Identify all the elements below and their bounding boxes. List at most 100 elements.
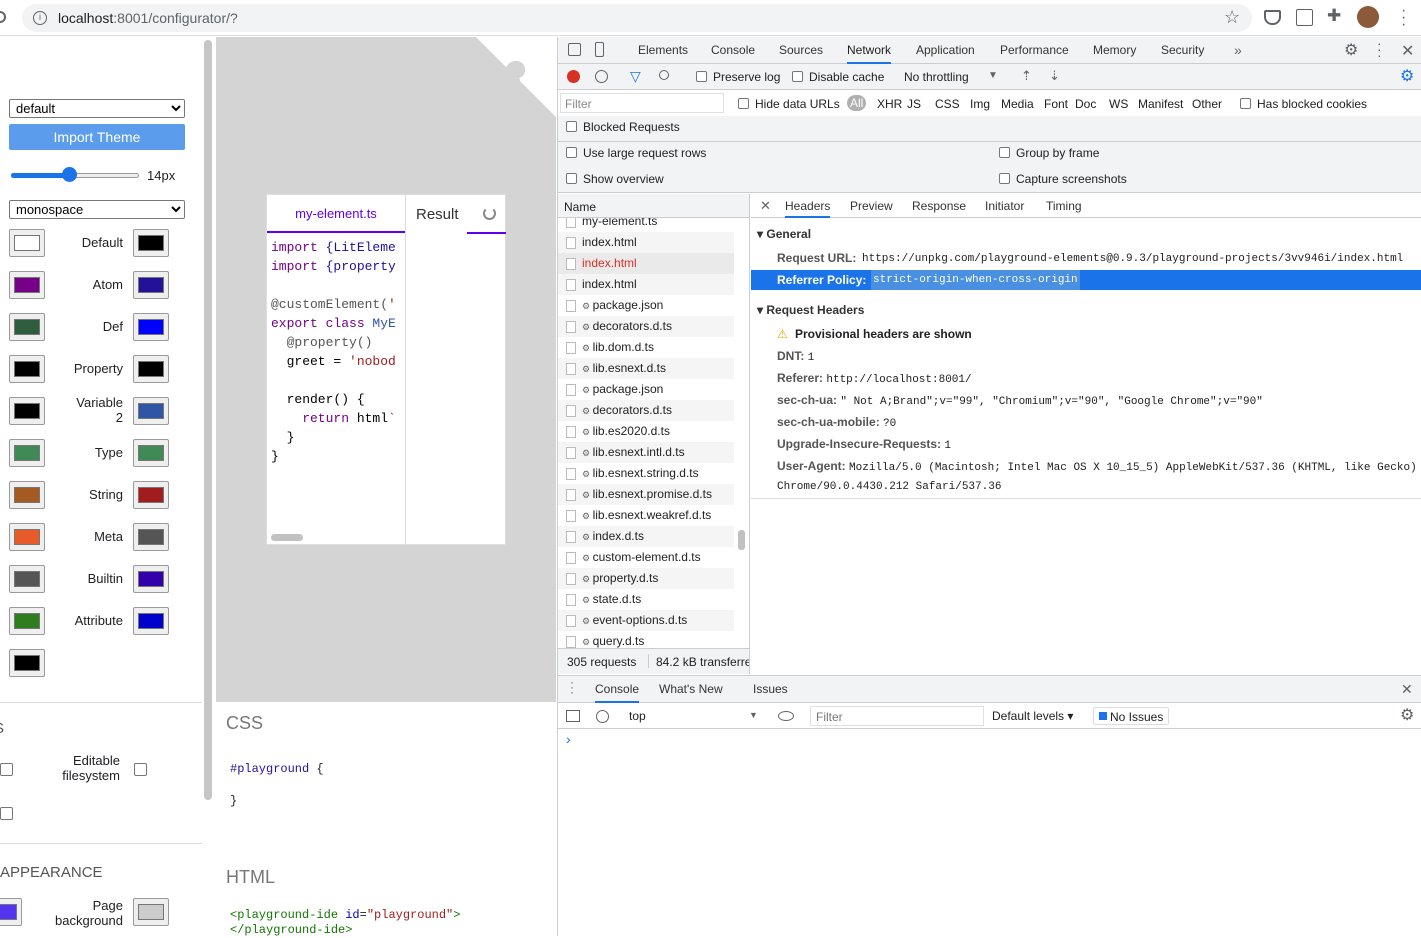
checkbox-left[interactable] xyxy=(0,763,13,776)
close-details-icon[interactable]: ✕ xyxy=(760,198,771,214)
large-rows-checkbox[interactable] xyxy=(566,147,577,158)
color-swatch-right[interactable] xyxy=(133,565,169,593)
code-editor[interactable]: import {LitEleme import {property @customE… xyxy=(271,238,405,528)
drawer-tab-what-s-new[interactable]: What's New xyxy=(659,676,723,703)
tab-security[interactable]: Security xyxy=(1161,37,1204,63)
request-headers-heading[interactable]: ▾ Request Headers xyxy=(757,303,864,317)
page-bg-left-swatch[interactable] xyxy=(0,898,22,926)
tab-memory[interactable]: Memory xyxy=(1093,37,1136,63)
sidebar-toggle-icon[interactable] xyxy=(566,710,580,722)
request-row[interactable]: ⚙ lib.esnext.weakref.d.ts xyxy=(558,505,734,526)
request-row[interactable]: ⚙ lib.esnext.intl.d.ts xyxy=(558,442,734,463)
tab-network[interactable]: Network xyxy=(847,37,892,64)
extensions-icon[interactable]: ✚ xyxy=(1327,6,1341,26)
console-settings-icon[interactable]: ⚙ xyxy=(1400,705,1414,725)
detail-tab-initiator[interactable]: Initiator xyxy=(985,194,1024,218)
tab-application[interactable]: Application xyxy=(916,37,975,63)
request-row[interactable]: ⚙ lib.es2020.d.ts xyxy=(558,421,734,442)
type-filter-other[interactable]: Other xyxy=(1192,97,1222,111)
color-swatch-right[interactable] xyxy=(133,397,169,425)
chevron-down-icon[interactable]: ▼ xyxy=(988,70,998,81)
request-row[interactable]: ⚙ custom-element.d.ts xyxy=(558,547,734,568)
console-prompt[interactable]: › xyxy=(566,731,571,747)
bookmark-star-icon[interactable]: ☆ xyxy=(1224,7,1240,28)
checkbox-left-2[interactable] xyxy=(0,807,13,820)
network-settings-icon[interactable]: ⚙ xyxy=(1400,66,1414,86)
close-drawer-icon[interactable]: ✕ xyxy=(1401,681,1413,698)
general-heading[interactable]: ▾ General xyxy=(757,227,811,241)
device-toolbar-icon[interactable] xyxy=(595,42,604,57)
pocket-icon[interactable] xyxy=(1264,10,1281,25)
close-devtools-icon[interactable]: ✕ xyxy=(1401,41,1414,61)
request-row[interactable]: index.html xyxy=(558,232,734,253)
menu-icon[interactable]: · · · xyxy=(1401,3,1406,33)
detail-tab-headers[interactable]: Headers xyxy=(785,194,831,218)
request-row[interactable]: ⚙ package.json xyxy=(558,295,734,316)
preserve-log-checkbox[interactable] xyxy=(696,71,707,82)
tab-sources[interactable]: Sources xyxy=(779,37,823,63)
detail-tab-preview[interactable]: Preview xyxy=(850,194,893,218)
github-corner[interactable] xyxy=(476,37,556,117)
color-swatch-extra[interactable] xyxy=(9,649,45,677)
theme-select[interactable]: default xyxy=(9,99,185,118)
request-row[interactable]: ⚙ decorators.d.ts xyxy=(558,316,734,337)
request-row[interactable]: ⚙ query.d.ts xyxy=(558,631,734,648)
hide-data-urls-checkbox[interactable] xyxy=(738,98,749,109)
color-swatch-right[interactable] xyxy=(133,229,169,257)
editor-hscrollbar[interactable] xyxy=(271,534,303,541)
css-code[interactable]: #playground {} xyxy=(230,753,324,817)
type-filter-doc[interactable]: Doc xyxy=(1075,97,1096,111)
request-row[interactable]: index.html xyxy=(558,253,734,274)
default-levels-select[interactable]: Default levels ▾ xyxy=(992,709,1073,723)
font-size-slider[interactable] xyxy=(11,167,139,182)
kebab-icon[interactable]: · · · xyxy=(1377,36,1382,62)
tab-performance[interactable]: Performance xyxy=(1000,37,1069,63)
drawer-tab-console[interactable]: Console xyxy=(595,676,640,703)
inspect-icon[interactable] xyxy=(568,43,581,56)
request-row[interactable]: ⚙ index.d.ts xyxy=(558,526,734,547)
color-swatch-right[interactable] xyxy=(133,523,169,551)
request-row[interactable]: ⚙ lib.dom.d.ts xyxy=(558,337,734,358)
request-row[interactable]: ⚙ package.json xyxy=(558,379,734,400)
color-swatch-right[interactable] xyxy=(133,481,169,509)
filter-icon[interactable]: ▽ xyxy=(630,68,641,85)
import-har-icon[interactable]: ⇡ xyxy=(1021,68,1032,84)
request-row[interactable]: ⚙ lib.esnext.d.ts xyxy=(558,358,734,379)
config-scrollbar[interactable] xyxy=(203,40,213,800)
drawer-menu-icon[interactable]: · · · xyxy=(570,676,574,698)
capture-screenshots-checkbox[interactable] xyxy=(999,173,1010,184)
request-row[interactable]: ⚙ decorators.d.ts xyxy=(558,400,734,421)
type-filter-font[interactable]: Font xyxy=(1044,97,1068,111)
no-issues-badge[interactable]: No Issues xyxy=(1093,707,1169,725)
color-swatch-right[interactable] xyxy=(133,439,169,467)
more-tabs-icon[interactable]: » xyxy=(1234,42,1242,58)
detail-tab-response[interactable]: Response xyxy=(912,194,966,218)
context-chevron-icon[interactable]: ▼ xyxy=(749,710,758,720)
detail-tab-timing[interactable]: Timing xyxy=(1046,194,1082,218)
disable-cache-checkbox[interactable] xyxy=(792,71,803,82)
clear-console-icon[interactable] xyxy=(596,710,609,723)
context-select[interactable]: top xyxy=(629,709,646,723)
type-filter-xhr[interactable]: XHR xyxy=(877,97,902,111)
reload-icon[interactable] xyxy=(0,11,6,23)
file-tab[interactable]: my-element.ts xyxy=(267,195,405,233)
request-row[interactable]: ⚙ lib.esnext.string.d.ts xyxy=(558,463,734,484)
color-swatch-right[interactable] xyxy=(133,313,169,341)
request-row[interactable]: my-element.ts xyxy=(558,218,734,232)
address-bar[interactable]: i localhost:8001/configurator/? ☆ xyxy=(22,4,1252,32)
page-bg-right-swatch[interactable] xyxy=(133,898,169,926)
search-icon[interactable] xyxy=(659,70,669,80)
request-row[interactable]: index.html xyxy=(558,274,734,295)
console-filter-input[interactable]: Filter xyxy=(810,706,984,726)
throttling-select[interactable]: No throttling xyxy=(904,70,969,84)
request-row[interactable]: ⚙ event-options.d.ts xyxy=(558,610,734,631)
import-theme-button[interactable]: Import Theme xyxy=(9,124,185,150)
color-swatch-right[interactable] xyxy=(133,271,169,299)
export-har-icon[interactable]: ⇣ xyxy=(1049,68,1060,84)
type-filter-ws[interactable]: WS xyxy=(1109,97,1128,111)
type-filter-css[interactable]: CSS xyxy=(935,97,960,111)
avatar[interactable] xyxy=(1357,6,1379,28)
type-filter-js[interactable]: JS xyxy=(907,97,921,111)
type-filter-media[interactable]: Media xyxy=(1001,97,1034,111)
type-filter-img[interactable]: Img xyxy=(970,97,990,111)
